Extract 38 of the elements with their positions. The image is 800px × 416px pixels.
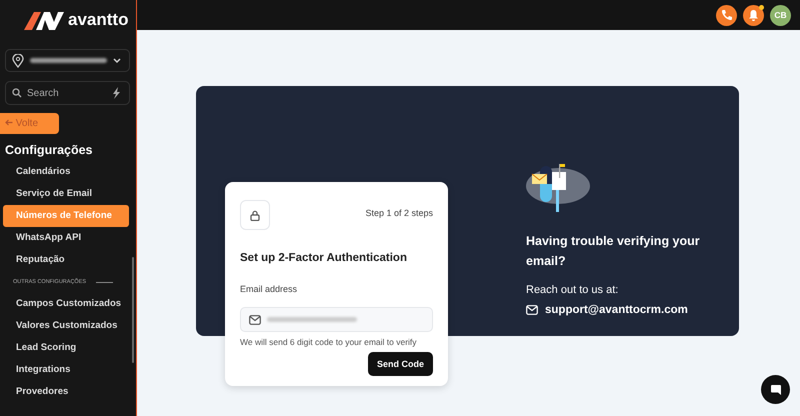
- help-text: Reach out to us at:: [526, 284, 620, 296]
- step-indicator: Step 1 of 2 steps: [365, 208, 433, 218]
- help-title: Having trouble verifying your email?: [526, 233, 701, 270]
- envelope-icon: [249, 314, 261, 324]
- card-title: Set up 2-Factor Authentication: [240, 252, 408, 264]
- chat-button[interactable]: [761, 375, 790, 404]
- chevron-down-icon: [113, 58, 121, 64]
- sidebar-item[interactable]: Valores Customizados: [3, 315, 129, 337]
- lock-icon: [250, 210, 260, 220]
- sidebar-item[interactable]: Campos Customizados: [3, 293, 129, 315]
- support-email-link[interactable]: support@avanttocrm.com: [545, 304, 688, 316]
- arrow-left-icon: [5, 119, 13, 126]
- search-icon: [12, 88, 22, 98]
- mailbox-drawing: [526, 162, 592, 212]
- search-input[interactable]: Search: [27, 82, 104, 104]
- envelope-icon: [526, 305, 538, 315]
- field-label: Email address: [240, 284, 298, 294]
- sidebar-item[interactable]: Reputação: [3, 249, 129, 271]
- phone-icon: [720, 9, 732, 21]
- logo-text: avantto: [68, 10, 128, 30]
- scrollbar[interactable]: [132, 257, 134, 363]
- send-code-button[interactable]: Send Code: [368, 352, 433, 376]
- sidebar-title: Configurações: [5, 143, 94, 157]
- chat-bubble-icon: [770, 384, 782, 396]
- sidebar-item[interactable]: Provedores: [3, 381, 129, 403]
- sidebar-item[interactable]: Serviço de Email: [3, 183, 129, 205]
- sidebar-item[interactable]: WhatsApp API: [3, 227, 129, 249]
- search-bar[interactable]: Search: [5, 81, 130, 105]
- location-pin-icon: [12, 54, 24, 68]
- email-field[interactable]: [240, 307, 433, 332]
- notifications-button[interactable]: [743, 4, 764, 26]
- sidebar-item[interactable]: Calendários: [3, 161, 129, 183]
- sidebar-item[interactable]: Lead Scoring: [3, 337, 129, 359]
- field-hint: We will send 6 digit code to your email to verify: [240, 337, 418, 347]
- location-select[interactable]: [5, 49, 130, 72]
- phone-button[interactable]: [716, 4, 737, 26]
- bell-icon: [748, 9, 759, 21]
- sidebar-item[interactable]: Integrations: [3, 359, 129, 381]
